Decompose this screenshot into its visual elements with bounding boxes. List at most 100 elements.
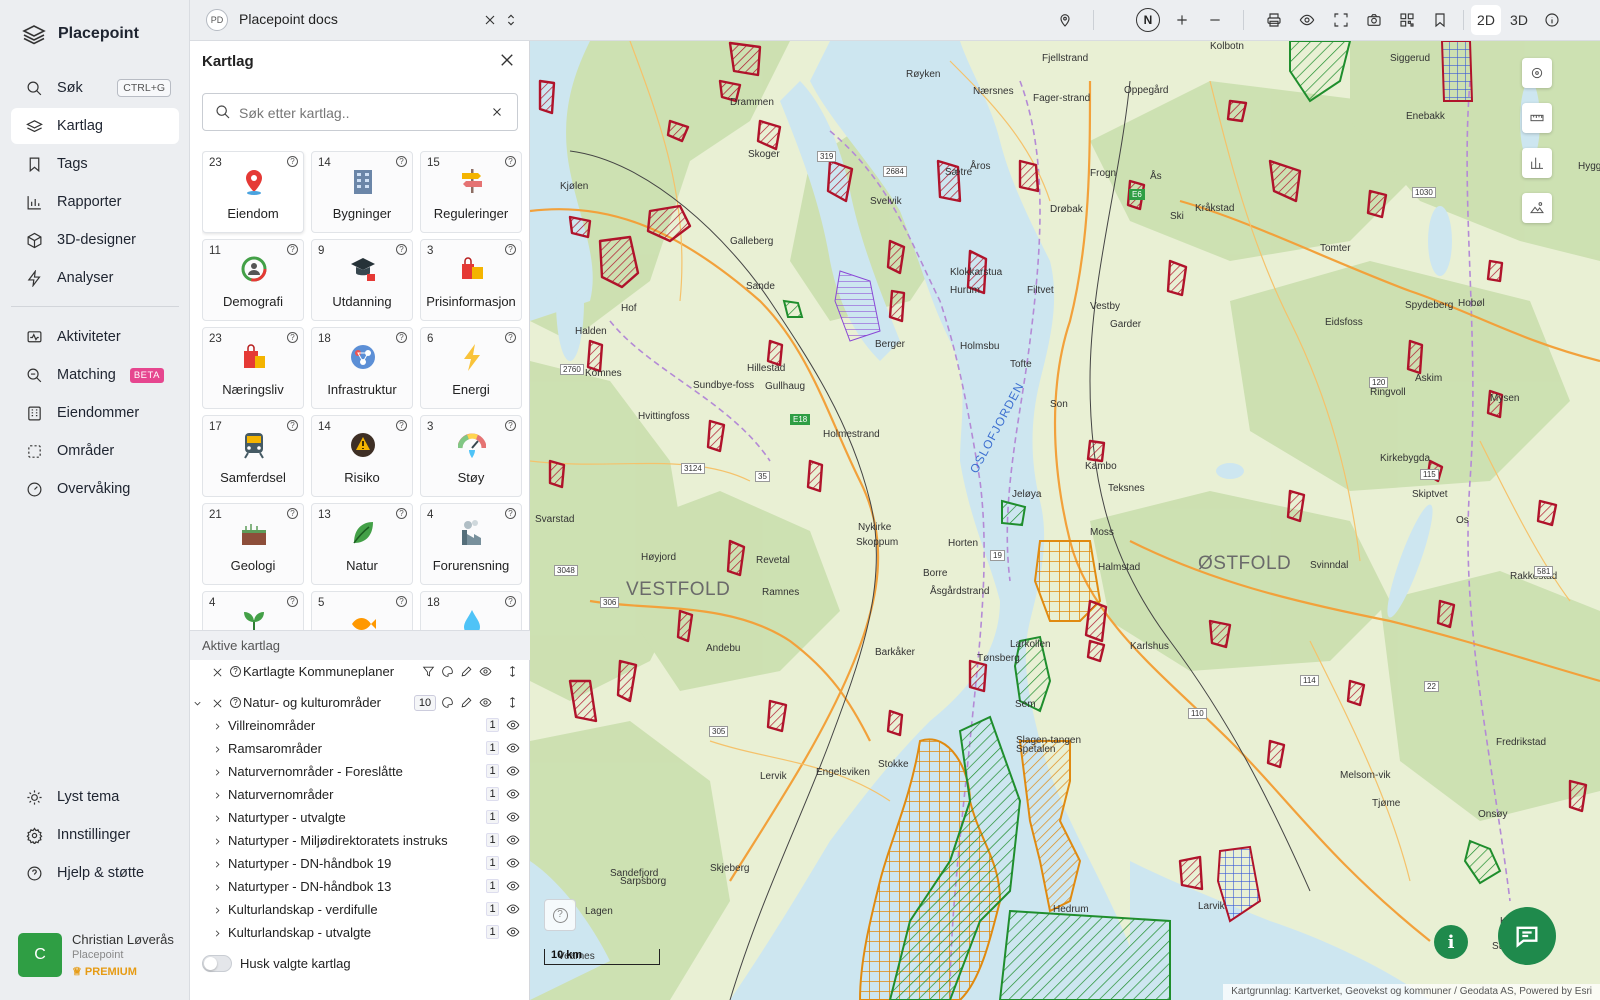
drag-handle[interactable]	[505, 665, 519, 679]
toggle-visibility-button[interactable]	[506, 810, 520, 824]
brand[interactable]: Placepoint	[22, 22, 139, 46]
category-tile-samferdsel[interactable]: 17? Samferdsel	[202, 415, 304, 497]
edit-button[interactable]	[459, 665, 473, 679]
nav-item-overvaking[interactable]: Overvåking	[11, 471, 179, 507]
help-icon[interactable]: ?	[396, 156, 407, 167]
map-help-button[interactable]: ?	[544, 899, 576, 931]
nav-item-kartlag[interactable]: Kartlag	[11, 108, 179, 144]
ruler-tool-button[interactable]	[1522, 103, 1552, 133]
drag-handle[interactable]	[505, 696, 519, 710]
sublayer-row[interactable]: Ramsarområder 1	[190, 737, 530, 760]
expand-toggle[interactable]	[212, 904, 224, 916]
style-button[interactable]	[440, 696, 454, 710]
user-profile[interactable]: C Christian Løverås Placepoint ♕ PREMIUM	[18, 932, 174, 978]
help-icon[interactable]: ?	[287, 244, 298, 255]
style-button[interactable]	[440, 665, 454, 679]
measure-tool-button[interactable]	[1522, 58, 1552, 88]
help-icon[interactable]: ?	[505, 508, 516, 519]
help-icon[interactable]: ?	[287, 156, 298, 167]
qr-code-button[interactable]	[1395, 8, 1419, 32]
toggle-visibility-button[interactable]	[506, 764, 520, 778]
bookmark-button[interactable]	[1428, 8, 1452, 32]
category-tile-forurensning[interactable]: 4? Forurensning	[420, 503, 522, 585]
expand-toggle[interactable]	[212, 927, 224, 939]
help-icon[interactable]: ?	[230, 666, 241, 677]
remove-layer-button[interactable]	[212, 666, 224, 678]
category-tile-energi[interactable]: 6? Energi	[420, 327, 522, 409]
info-button[interactable]	[1540, 8, 1564, 32]
category-tile-prisinformasjon[interactable]: 3? Prisinformasjon	[420, 239, 522, 321]
nav-item-eiendommer[interactable]: Eiendommer	[11, 395, 179, 431]
nav-item-aktiviteter[interactable]: Aktiviteter	[11, 319, 179, 355]
help-icon[interactable]: ?	[287, 508, 298, 519]
toggle-visibility-button[interactable]	[478, 665, 492, 679]
expand-toggle[interactable]	[212, 835, 224, 847]
sublayer-row[interactable]: Kulturlandskap - verdifulle 1	[190, 898, 530, 921]
nav-item-hjelp[interactable]: Hjelp & støtte	[11, 855, 179, 891]
map-canvas[interactable]: VESTFOLD ØSTFOLD OSLOFJORDEN Drammen Kolb…	[530, 41, 1600, 1000]
mode-3d-button[interactable]: 3D	[1504, 5, 1534, 35]
help-icon[interactable]: ?	[287, 420, 298, 431]
toggle-visibility-button[interactable]	[506, 741, 520, 755]
clear-search-button[interactable]	[491, 105, 505, 119]
print-button[interactable]	[1262, 8, 1286, 32]
help-icon[interactable]: ?	[505, 420, 516, 431]
layer-search-input[interactable]	[239, 102, 489, 124]
nav-item-rapporter[interactable]: Rapporter	[11, 184, 179, 220]
expand-toggle[interactable]	[212, 766, 224, 778]
nav-item-analyser[interactable]: Analyser	[11, 260, 179, 296]
remove-layer-button[interactable]	[212, 697, 224, 709]
screenshot-button[interactable]	[1362, 8, 1386, 32]
help-icon[interactable]: ?	[505, 244, 516, 255]
toggle-visibility-button[interactable]	[506, 856, 520, 870]
category-tile-geologi[interactable]: 21? Geologi	[202, 503, 304, 585]
sublayer-row[interactable]: Naturvernområder - Foreslåtte 1	[190, 760, 530, 783]
category-tile-utdanning[interactable]: 9? Utdanning	[311, 239, 413, 321]
help-icon[interactable]: ?	[505, 596, 516, 607]
help-icon[interactable]: ?	[396, 508, 407, 519]
chat-button[interactable]	[1498, 907, 1556, 965]
expand-toggle[interactable]	[212, 789, 224, 801]
north-compass-button[interactable]: N	[1136, 8, 1160, 32]
sublayer-row[interactable]: Kulturlandskap - utvalgte 1	[190, 921, 530, 944]
sublayer-row[interactable]: Naturtyper - DN-håndbok 13 1	[190, 875, 530, 898]
category-tile-natur[interactable]: 13? Natur	[311, 503, 413, 585]
expand-toggle[interactable]	[212, 720, 224, 732]
help-icon[interactable]: ?	[505, 332, 516, 343]
help-icon[interactable]: ?	[287, 332, 298, 343]
category-tile-stoy[interactable]: 3? Støy	[420, 415, 522, 497]
toggle-visibility-button[interactable]	[506, 879, 520, 893]
sublayer-row[interactable]: Naturtyper - utvalgte 1	[190, 806, 530, 829]
fullscreen-button[interactable]	[1329, 8, 1353, 32]
category-tile-risiko[interactable]: 14? Risiko	[311, 415, 413, 497]
active-layer-row[interactable]: ? Natur- og kulturområder 10	[190, 691, 530, 714]
help-icon[interactable]: ?	[396, 244, 407, 255]
toggle-visibility-button[interactable]	[506, 925, 520, 939]
category-tile-naeringsliv[interactable]: 23? Næringsliv	[202, 327, 304, 409]
category-tile-demografi[interactable]: 11? Demografi	[202, 239, 304, 321]
map-info-button[interactable]: i	[1434, 925, 1468, 959]
zoom-out-button[interactable]	[1203, 8, 1227, 32]
sublayer-row[interactable]: Naturtyper - DN-håndbok 19 1	[190, 852, 530, 875]
help-icon[interactable]: ?	[396, 420, 407, 431]
category-tile-infrastruktur[interactable]: 18? Infrastruktur	[311, 327, 413, 409]
toggle-visibility-button[interactable]	[506, 787, 520, 801]
help-icon[interactable]: ?	[505, 156, 516, 167]
nav-item-sok[interactable]: Søk CTRL+G	[11, 70, 179, 106]
filter-button[interactable]	[421, 665, 435, 679]
nav-item-matching[interactable]: Matching BETA	[11, 357, 179, 393]
toggle-visibility-button[interactable]	[478, 696, 492, 710]
remember-layers-toggle[interactable]	[202, 955, 232, 972]
nav-item-innstillinger[interactable]: Innstillinger	[11, 817, 179, 853]
sublayer-row[interactable]: Villreinområder 1	[190, 714, 530, 737]
nav-item-lyst-tema[interactable]: Lyst tema	[11, 779, 179, 815]
help-icon[interactable]: ?	[287, 596, 298, 607]
category-tile-reguleringer[interactable]: 15? Reguleringer	[420, 151, 522, 233]
terrain-tool-button[interactable]	[1522, 193, 1552, 223]
expand-toggle[interactable]	[212, 743, 224, 755]
help-icon[interactable]: ?	[396, 596, 407, 607]
category-tile-eiendom[interactable]: 23? Eiendom	[202, 151, 304, 233]
expand-toggle[interactable]	[212, 881, 224, 893]
doc-title[interactable]: Placepoint docs	[239, 11, 338, 27]
active-layer-row[interactable]: ? Kartlagte Kommuneplaner	[190, 660, 530, 683]
